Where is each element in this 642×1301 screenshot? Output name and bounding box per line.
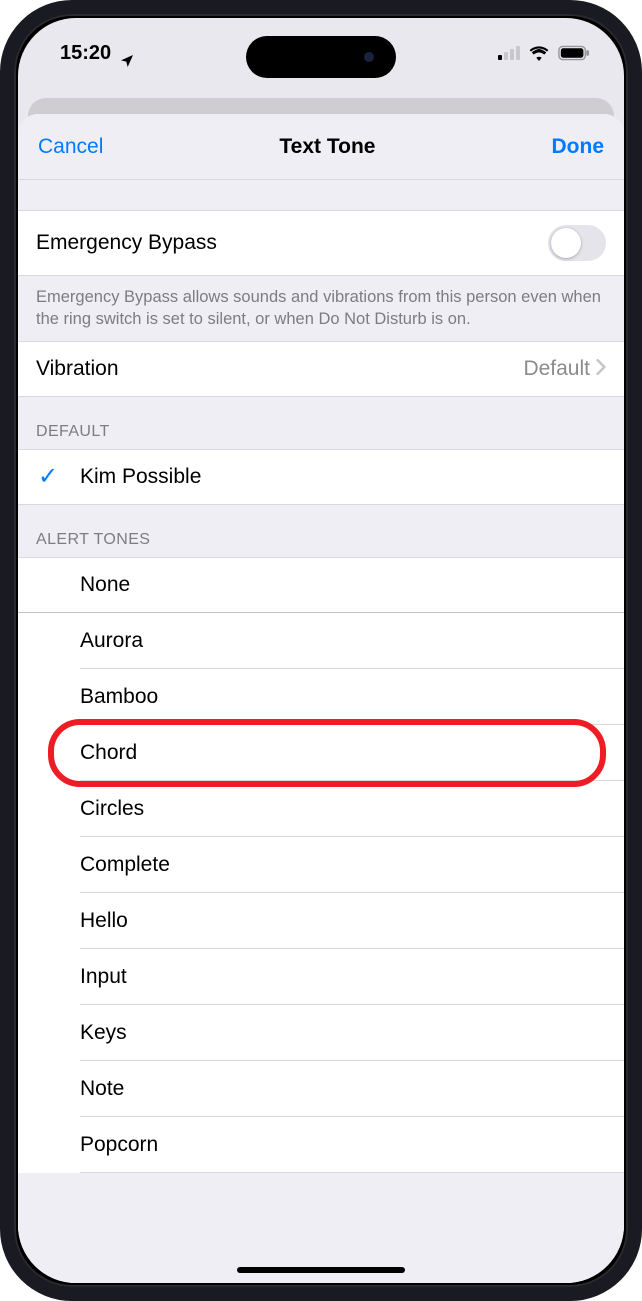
alert-tone-row[interactable]: Aurora xyxy=(18,613,624,669)
dynamic-island xyxy=(246,36,396,78)
text-tone-sheet: Cancel Text Tone Done Emergency Bypass E… xyxy=(18,114,624,1283)
checkmark-icon: ✓ xyxy=(38,462,58,491)
battery-icon xyxy=(558,45,590,61)
alert-tone-row[interactable]: Hello xyxy=(18,893,624,949)
emergency-bypass-toggle[interactable] xyxy=(548,225,606,261)
page-title: Text Tone xyxy=(279,135,375,159)
phone-frame: 15:20 Cancel Text Tone xyxy=(0,0,642,1301)
alert-tone-label: None xyxy=(80,573,130,597)
alert-tone-row[interactable]: Popcorn xyxy=(18,1117,624,1173)
alert-tone-label: Note xyxy=(80,1077,124,1101)
alert-tone-row[interactable]: Chord xyxy=(18,725,624,781)
alert-tone-row[interactable]: None xyxy=(18,557,624,613)
alert-tones-list: None Aurora Bamboo Chord Circles Complete Hell… xyxy=(18,557,624,1173)
default-tone-label: Kim Possible xyxy=(80,465,201,489)
alert-tone-row[interactable]: Complete xyxy=(18,837,624,893)
default-tone-row[interactable]: ✓ Kim Possible xyxy=(18,449,624,505)
vibration-row[interactable]: Vibration Default xyxy=(18,341,624,397)
alert-tone-label: Bamboo xyxy=(80,685,158,709)
cancel-button[interactable]: Cancel xyxy=(38,135,103,159)
home-indicator[interactable] xyxy=(237,1267,405,1273)
default-section-header: DEFAULT xyxy=(18,397,624,449)
phone-screen: 15:20 Cancel Text Tone xyxy=(18,18,624,1283)
wifi-icon xyxy=(528,45,550,61)
status-time: 15:20 xyxy=(60,42,111,65)
settings-content[interactable]: Emergency Bypass Emergency Bypass allows… xyxy=(18,180,624,1283)
alert-tone-label: Circles xyxy=(80,797,144,821)
alert-tones-section-header: ALERT TONES xyxy=(18,505,624,557)
alert-tone-row[interactable]: Input xyxy=(18,949,624,1005)
cellular-signal-icon xyxy=(498,46,520,60)
alert-tone-label: Aurora xyxy=(80,629,143,653)
alert-tone-row[interactable]: Bamboo xyxy=(18,669,624,725)
alert-tone-label: Complete xyxy=(80,853,170,877)
alert-tone-label: Popcorn xyxy=(80,1133,158,1157)
emergency-bypass-label: Emergency Bypass xyxy=(36,231,217,255)
alert-tone-label: Chord xyxy=(80,741,137,765)
vibration-label: Vibration xyxy=(36,357,119,381)
emergency-bypass-row[interactable]: Emergency Bypass xyxy=(18,210,624,276)
chevron-right-icon xyxy=(596,357,606,381)
alert-tone-row[interactable]: Note xyxy=(18,1061,624,1117)
alert-tone-row[interactable]: Circles xyxy=(18,781,624,837)
alert-tone-label: Input xyxy=(80,965,127,989)
vibration-value: Default xyxy=(523,357,590,381)
alert-tone-label: Keys xyxy=(80,1021,127,1045)
emergency-bypass-footer: Emergency Bypass allows sounds and vibra… xyxy=(18,276,624,335)
nav-bar: Cancel Text Tone Done xyxy=(18,114,624,180)
alert-tone-row[interactable]: Keys xyxy=(18,1005,624,1061)
done-button[interactable]: Done xyxy=(552,135,605,159)
alert-tone-label: Hello xyxy=(80,909,128,933)
